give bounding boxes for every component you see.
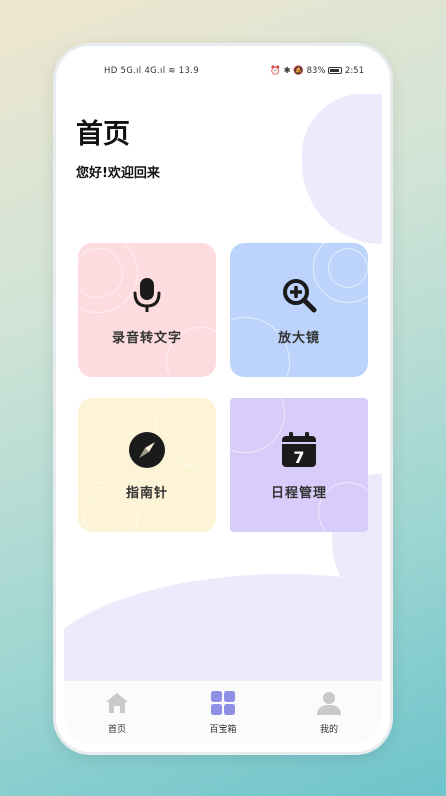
home-icon <box>103 689 131 717</box>
tab-label: 百宝箱 <box>209 725 237 735</box>
decor-ring <box>328 248 368 288</box>
tool-label: 日程管理 <box>270 485 327 501</box>
decor-ring <box>230 398 285 453</box>
tool-label: 指南针 <box>125 485 168 501</box>
page-title: 首页 <box>76 119 130 150</box>
battery-icon <box>328 67 343 74</box>
phone-frame: HD 5G.ıl 4G.ıl ≋ 13.9 ⏰ ✱ 🔕 83% 2:51 首页 … <box>56 46 390 752</box>
calendar-icon: 7 <box>279 430 319 470</box>
status-bar: HD 5G.ıl 4G.ıl ≋ 13.9 ⏰ ✱ 🔕 83% 2:51 <box>64 64 382 80</box>
status-bar-network: HD 5G.ıl 4G.ıl ≋ 13.9 <box>104 66 199 76</box>
profile-icon <box>315 689 343 717</box>
calendar-day-number: 7 <box>293 448 304 467</box>
grid-icon <box>209 689 237 717</box>
tab-toolbox[interactable]: 百宝箱 <box>170 681 276 744</box>
app-screen: HD 5G.ıl 4G.ıl ≋ 13.9 ⏰ ✱ 🔕 83% 2:51 首页 … <box>64 54 382 744</box>
microphone-icon <box>127 275 167 315</box>
status-time: 2:51 <box>344 66 364 76</box>
tool-label: 放大镜 <box>277 330 320 346</box>
welcome-text: 您好!欢迎回来 <box>76 166 160 181</box>
battery-percent: 83% <box>306 66 326 76</box>
status-icons: ⏰ ✱ 🔕 <box>270 66 307 76</box>
status-bar-right: ⏰ ✱ 🔕 83% 2:51 <box>270 66 364 76</box>
tool-label: 录音转文字 <box>111 330 182 346</box>
magnifier-plus-icon <box>279 275 319 315</box>
tab-home[interactable]: 首页 <box>64 681 170 744</box>
tool-compass[interactable]: 指南针 <box>78 398 216 532</box>
tool-voice-to-text[interactable]: 录音转文字 <box>78 243 216 377</box>
tab-label: 我的 <box>319 725 338 735</box>
compass-icon <box>127 430 167 470</box>
tool-schedule[interactable]: 7 日程管理 <box>230 398 368 532</box>
tool-magnifier[interactable]: 放大镜 <box>230 243 368 377</box>
decor-ring <box>83 497 123 532</box>
background-blob <box>302 94 382 244</box>
tab-profile[interactable]: 我的 <box>276 681 382 744</box>
bottom-tab-bar: 首页 百宝箱 我的 <box>64 680 382 744</box>
tab-label: 首页 <box>107 725 126 735</box>
